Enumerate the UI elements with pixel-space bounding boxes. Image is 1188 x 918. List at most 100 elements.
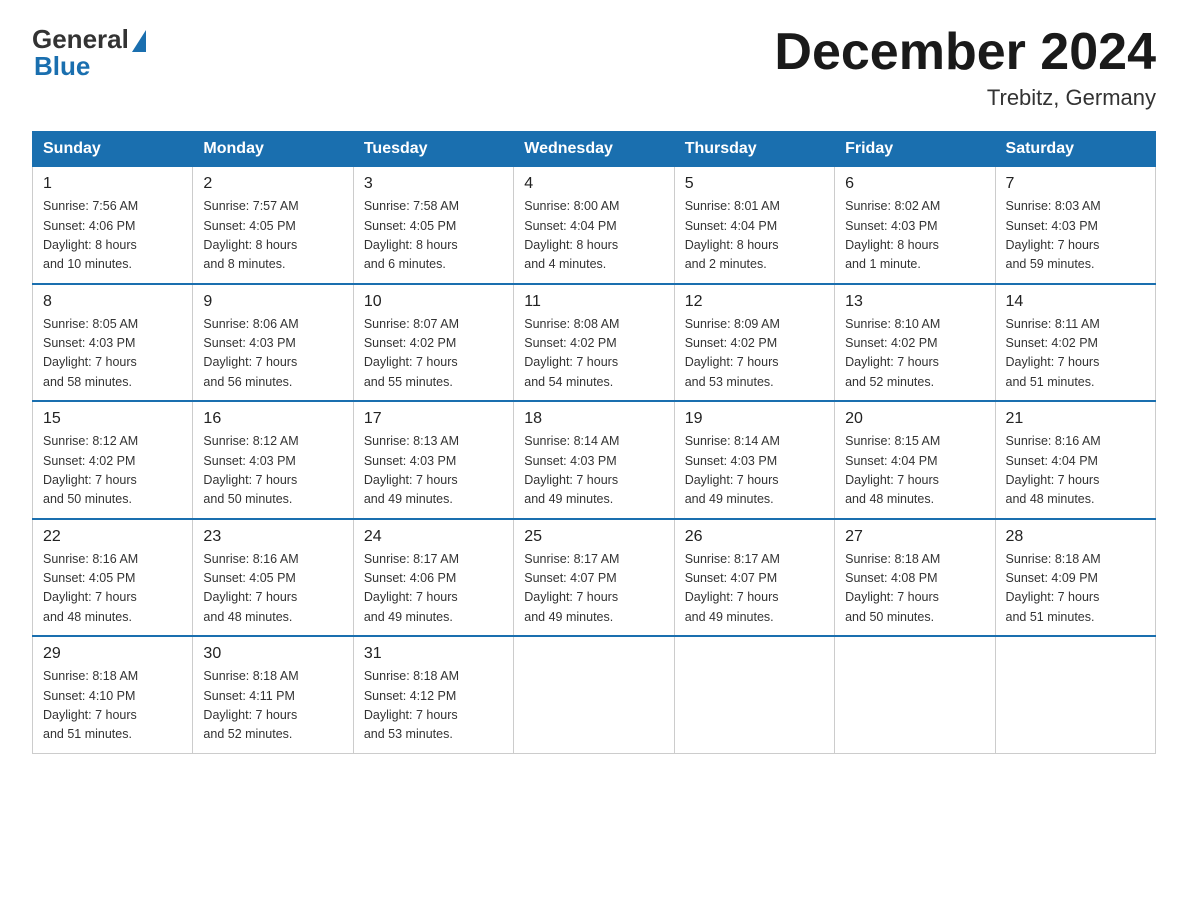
day-number: 3: [364, 175, 503, 193]
logo-triangle-icon: [132, 30, 146, 52]
day-info: Sunrise: 8:18 AMSunset: 4:08 PMDaylight:…: [845, 550, 984, 628]
day-info: Sunrise: 8:12 AMSunset: 4:03 PMDaylight:…: [203, 432, 342, 510]
col-wednesday: Wednesday: [514, 132, 674, 167]
day-number: 4: [524, 175, 663, 193]
calendar-cell: 2 Sunrise: 7:57 AMSunset: 4:05 PMDayligh…: [193, 167, 353, 284]
day-number: 2: [203, 175, 342, 193]
day-number: 17: [364, 410, 503, 428]
calendar-week-row: 29 Sunrise: 8:18 AMSunset: 4:10 PMDaylig…: [33, 636, 1156, 753]
calendar-cell: 16 Sunrise: 8:12 AMSunset: 4:03 PMDaylig…: [193, 401, 353, 519]
day-info: Sunrise: 8:14 AMSunset: 4:03 PMDaylight:…: [685, 432, 824, 510]
calendar-week-row: 1 Sunrise: 7:56 AMSunset: 4:06 PMDayligh…: [33, 167, 1156, 284]
calendar-cell: 5 Sunrise: 8:01 AMSunset: 4:04 PMDayligh…: [674, 167, 834, 284]
calendar-week-row: 15 Sunrise: 8:12 AMSunset: 4:02 PMDaylig…: [33, 401, 1156, 519]
day-number: 8: [43, 293, 182, 311]
day-info: Sunrise: 8:12 AMSunset: 4:02 PMDaylight:…: [43, 432, 182, 510]
logo-blue-text: Blue: [32, 51, 90, 82]
calendar-table: Sunday Monday Tuesday Wednesday Thursday…: [32, 131, 1156, 754]
day-number: 23: [203, 528, 342, 546]
calendar-cell: 24 Sunrise: 8:17 AMSunset: 4:06 PMDaylig…: [353, 519, 513, 637]
calendar-cell: 4 Sunrise: 8:00 AMSunset: 4:04 PMDayligh…: [514, 167, 674, 284]
month-title: December 2024: [774, 24, 1156, 81]
calendar-cell: 31 Sunrise: 8:18 AMSunset: 4:12 PMDaylig…: [353, 636, 513, 753]
calendar-cell: 14 Sunrise: 8:11 AMSunset: 4:02 PMDaylig…: [995, 284, 1155, 402]
day-number: 7: [1006, 175, 1145, 193]
calendar-cell: 6 Sunrise: 8:02 AMSunset: 4:03 PMDayligh…: [835, 167, 995, 284]
calendar-cell: 19 Sunrise: 8:14 AMSunset: 4:03 PMDaylig…: [674, 401, 834, 519]
calendar-cell: 12 Sunrise: 8:09 AMSunset: 4:02 PMDaylig…: [674, 284, 834, 402]
day-number: 16: [203, 410, 342, 428]
day-info: Sunrise: 8:17 AMSunset: 4:07 PMDaylight:…: [524, 550, 663, 628]
day-number: 21: [1006, 410, 1145, 428]
day-info: Sunrise: 7:58 AMSunset: 4:05 PMDaylight:…: [364, 197, 503, 275]
day-number: 13: [845, 293, 984, 311]
calendar-header: Sunday Monday Tuesday Wednesday Thursday…: [33, 132, 1156, 167]
day-number: 19: [685, 410, 824, 428]
calendar-cell: 27 Sunrise: 8:18 AMSunset: 4:08 PMDaylig…: [835, 519, 995, 637]
calendar-cell: 28 Sunrise: 8:18 AMSunset: 4:09 PMDaylig…: [995, 519, 1155, 637]
day-info: Sunrise: 8:14 AMSunset: 4:03 PMDaylight:…: [524, 432, 663, 510]
logo: General Blue: [32, 24, 146, 82]
calendar-cell: 23 Sunrise: 8:16 AMSunset: 4:05 PMDaylig…: [193, 519, 353, 637]
day-number: 9: [203, 293, 342, 311]
day-number: 22: [43, 528, 182, 546]
day-info: Sunrise: 8:15 AMSunset: 4:04 PMDaylight:…: [845, 432, 984, 510]
calendar-cell: 29 Sunrise: 8:18 AMSunset: 4:10 PMDaylig…: [33, 636, 193, 753]
calendar-cell: [674, 636, 834, 753]
day-info: Sunrise: 8:00 AMSunset: 4:04 PMDaylight:…: [524, 197, 663, 275]
calendar-cell: 18 Sunrise: 8:14 AMSunset: 4:03 PMDaylig…: [514, 401, 674, 519]
day-number: 30: [203, 645, 342, 663]
day-info: Sunrise: 8:17 AMSunset: 4:07 PMDaylight:…: [685, 550, 824, 628]
calendar-cell: 3 Sunrise: 7:58 AMSunset: 4:05 PMDayligh…: [353, 167, 513, 284]
calendar-cell: 22 Sunrise: 8:16 AMSunset: 4:05 PMDaylig…: [33, 519, 193, 637]
calendar-cell: 21 Sunrise: 8:16 AMSunset: 4:04 PMDaylig…: [995, 401, 1155, 519]
calendar-cell: 20 Sunrise: 8:15 AMSunset: 4:04 PMDaylig…: [835, 401, 995, 519]
calendar-cell: 15 Sunrise: 8:12 AMSunset: 4:02 PMDaylig…: [33, 401, 193, 519]
calendar-cell: 25 Sunrise: 8:17 AMSunset: 4:07 PMDaylig…: [514, 519, 674, 637]
col-tuesday: Tuesday: [353, 132, 513, 167]
calendar-week-row: 8 Sunrise: 8:05 AMSunset: 4:03 PMDayligh…: [33, 284, 1156, 402]
calendar-body: 1 Sunrise: 7:56 AMSunset: 4:06 PMDayligh…: [33, 167, 1156, 754]
day-info: Sunrise: 8:01 AMSunset: 4:04 PMDaylight:…: [685, 197, 824, 275]
calendar-cell: 30 Sunrise: 8:18 AMSunset: 4:11 PMDaylig…: [193, 636, 353, 753]
calendar-cell: 11 Sunrise: 8:08 AMSunset: 4:02 PMDaylig…: [514, 284, 674, 402]
day-number: 5: [685, 175, 824, 193]
col-saturday: Saturday: [995, 132, 1155, 167]
day-number: 28: [1006, 528, 1145, 546]
day-number: 6: [845, 175, 984, 193]
day-info: Sunrise: 8:18 AMSunset: 4:10 PMDaylight:…: [43, 667, 182, 745]
day-number: 24: [364, 528, 503, 546]
day-number: 10: [364, 293, 503, 311]
day-info: Sunrise: 8:02 AMSunset: 4:03 PMDaylight:…: [845, 197, 984, 275]
day-number: 11: [524, 293, 663, 311]
day-info: Sunrise: 8:10 AMSunset: 4:02 PMDaylight:…: [845, 315, 984, 393]
day-number: 12: [685, 293, 824, 311]
calendar-cell: 8 Sunrise: 8:05 AMSunset: 4:03 PMDayligh…: [33, 284, 193, 402]
calendar-week-row: 22 Sunrise: 8:16 AMSunset: 4:05 PMDaylig…: [33, 519, 1156, 637]
day-number: 29: [43, 645, 182, 663]
day-info: Sunrise: 8:11 AMSunset: 4:02 PMDaylight:…: [1006, 315, 1145, 393]
day-info: Sunrise: 7:56 AMSunset: 4:06 PMDaylight:…: [43, 197, 182, 275]
col-monday: Monday: [193, 132, 353, 167]
day-info: Sunrise: 8:16 AMSunset: 4:04 PMDaylight:…: [1006, 432, 1145, 510]
day-info: Sunrise: 8:16 AMSunset: 4:05 PMDaylight:…: [43, 550, 182, 628]
day-info: Sunrise: 8:03 AMSunset: 4:03 PMDaylight:…: [1006, 197, 1145, 275]
day-info: Sunrise: 8:05 AMSunset: 4:03 PMDaylight:…: [43, 315, 182, 393]
day-info: Sunrise: 8:18 AMSunset: 4:11 PMDaylight:…: [203, 667, 342, 745]
calendar-cell: 10 Sunrise: 8:07 AMSunset: 4:02 PMDaylig…: [353, 284, 513, 402]
day-number: 20: [845, 410, 984, 428]
day-info: Sunrise: 8:17 AMSunset: 4:06 PMDaylight:…: [364, 550, 503, 628]
day-number: 26: [685, 528, 824, 546]
day-number: 27: [845, 528, 984, 546]
day-info: Sunrise: 7:57 AMSunset: 4:05 PMDaylight:…: [203, 197, 342, 275]
calendar-cell: 9 Sunrise: 8:06 AMSunset: 4:03 PMDayligh…: [193, 284, 353, 402]
day-info: Sunrise: 8:08 AMSunset: 4:02 PMDaylight:…: [524, 315, 663, 393]
calendar-cell: 13 Sunrise: 8:10 AMSunset: 4:02 PMDaylig…: [835, 284, 995, 402]
calendar-cell: 17 Sunrise: 8:13 AMSunset: 4:03 PMDaylig…: [353, 401, 513, 519]
calendar-cell: 1 Sunrise: 7:56 AMSunset: 4:06 PMDayligh…: [33, 167, 193, 284]
location-text: Trebitz, Germany: [774, 85, 1156, 111]
header-row: Sunday Monday Tuesday Wednesday Thursday…: [33, 132, 1156, 167]
day-number: 18: [524, 410, 663, 428]
col-thursday: Thursday: [674, 132, 834, 167]
title-section: December 2024 Trebitz, Germany: [774, 24, 1156, 111]
